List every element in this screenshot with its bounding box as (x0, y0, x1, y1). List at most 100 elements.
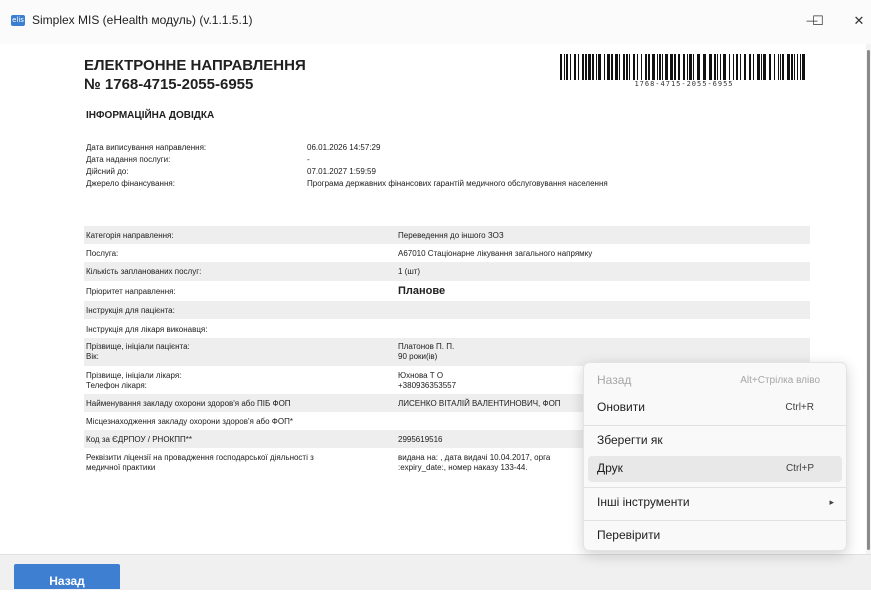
barcode-bar (598, 54, 601, 80)
info-value: 07.01.2027 1:59:59 (307, 167, 376, 176)
barcode-bar (619, 54, 620, 80)
barcode-bar (794, 54, 795, 80)
menu-separator (584, 425, 846, 426)
doc-title-line1: ЕЛЕКТРОННЕ НАПРАВЛЕННЯ (84, 57, 306, 74)
row-label: Найменування закладу охорони здоров'я аб… (86, 399, 291, 408)
barcode-bar (761, 54, 762, 80)
maximize-icon: ☐ (812, 13, 824, 28)
table-row: Категорія направлення: Переведення до ін… (84, 226, 810, 244)
menu-item-back[interactable]: Назад Alt+Стрілка вліво (588, 368, 842, 394)
chevron-right-icon: ▸ (829, 497, 834, 507)
row-label-line: Вік: (86, 352, 99, 361)
barcode-bar (769, 54, 771, 80)
menu-item-save-as[interactable]: Зберегти як (588, 428, 842, 454)
info-label: Дійсний до: (86, 167, 129, 176)
barcode-bar (578, 54, 579, 80)
barcode-bar (709, 54, 712, 80)
window-title: Simplex MIS (eHealth модуль) (v.1.1.5.1) (32, 13, 253, 27)
row-label-line: Реквізити ліцензії на провадження господ… (86, 453, 314, 462)
barcode-bar (720, 54, 721, 80)
row-label: Реквізити ліцензії на провадження господ… (86, 453, 314, 473)
barcode-bar (723, 54, 726, 80)
barcode-bar (703, 54, 706, 80)
table-row: Інструкція для лікаря виконавця: (84, 319, 810, 338)
table-row: Інструкція для пацієнта: (84, 301, 810, 319)
row-label: Кількість запланованих послуг: (86, 267, 202, 276)
barcode-bar (714, 54, 716, 80)
menu-separator (584, 520, 846, 521)
barcode-bar (683, 54, 685, 80)
menu-item-print[interactable]: Друк Ctrl+P (588, 456, 842, 482)
barcode-bar (659, 54, 661, 80)
barcode-bar (674, 54, 676, 80)
barcode-bar (585, 54, 587, 80)
context-menu: Назад Alt+Стрілка вліво Оновити Ctrl+R З… (583, 362, 847, 551)
priority-value: Планове (398, 285, 446, 297)
barcode-bar (648, 54, 650, 80)
row-value-line: :expiry_date:, номер наказу 133-44. (398, 463, 528, 472)
row-label: Категорія направлення: (86, 231, 174, 240)
menu-item-inspect[interactable]: Перевірити (588, 523, 842, 549)
barcode-bar (697, 54, 700, 80)
info-value: 06.01.2026 14:57:29 (307, 143, 381, 152)
row-value-line: видана на: , дата видачі 10.04.2017, орг… (398, 453, 551, 462)
scrollbar-thumb[interactable] (867, 50, 870, 550)
barcode (560, 54, 805, 80)
row-value: Юхнова Т О +380936353557 (398, 371, 456, 391)
barcode-bar (611, 54, 613, 80)
barcode-bar (641, 54, 642, 80)
barcode-bar (566, 54, 568, 80)
barcode-bar (626, 54, 628, 80)
barcode-bar (757, 54, 760, 80)
info-label: Дата виписування направлення: (86, 143, 207, 152)
doc-title-line2: № 1768-4715-2055-6955 (84, 76, 254, 93)
close-icon: ✕ (853, 13, 865, 28)
row-label: Інструкція для пацієнта: (86, 306, 175, 315)
barcode-bar (564, 54, 565, 80)
barcode-bar (588, 54, 591, 80)
barcode-bar (574, 54, 576, 80)
menu-item-more-tools[interactable]: Інші інструменти ▸ (588, 490, 842, 516)
barcode-bar (774, 54, 775, 80)
barcode-bar (592, 54, 594, 80)
barcode-bar (729, 54, 730, 80)
table-row: Пріоритет направлення: Планове (84, 281, 810, 301)
row-label: Прізвище, ініціали пацієнта: Вік: (86, 342, 190, 362)
barcode-bar (802, 54, 805, 80)
barcode-bar (657, 54, 658, 80)
bottom-bar (0, 554, 871, 590)
barcode-bar (633, 54, 635, 80)
title-bar: elis Simplex MIS (eHealth модуль) (v.1.1… (0, 0, 871, 44)
row-label-line: Прізвище, ініціали пацієнта: (86, 342, 190, 351)
barcode-bar (782, 54, 784, 80)
barcode-bar (800, 54, 801, 80)
info-value: Програма державних фінансових гарантій м… (307, 179, 608, 188)
barcode-bar (717, 54, 718, 80)
back-button[interactable]: Назад (14, 564, 120, 589)
barcode-bar (652, 54, 655, 80)
menu-item-label: Назад (597, 373, 632, 387)
barcode-bar (733, 54, 734, 80)
app-icon: elis (11, 15, 25, 26)
barcode-bar (744, 54, 746, 80)
row-label-line: Телефон лікаря: (86, 381, 147, 390)
menu-item-label: Інші інструменти (597, 495, 690, 509)
menu-item-shortcut: Ctrl+P (785, 463, 814, 474)
barcode-bar (787, 54, 790, 80)
maximize-button[interactable]: ☐ (795, 6, 841, 36)
row-value: 2995619516 (398, 435, 443, 444)
menu-separator (584, 487, 846, 488)
barcode-number: 1768-4715-2055-6955 (634, 80, 734, 88)
barcode-bar (665, 54, 668, 80)
barcode-bar (582, 54, 584, 80)
barcode-bar (637, 54, 638, 80)
row-label: Послуга: (86, 249, 119, 258)
barcode-bar (736, 54, 738, 80)
barcode-bar (778, 54, 779, 80)
barcode-bar (670, 54, 673, 80)
row-value-line: 90 роки(ів) (398, 352, 438, 361)
menu-item-label: Оновити (597, 400, 645, 414)
close-button[interactable]: ✕ (836, 6, 871, 36)
menu-item-reload[interactable]: Оновити Ctrl+R (588, 395, 842, 421)
menu-item-label: Зберегти як (597, 433, 663, 447)
